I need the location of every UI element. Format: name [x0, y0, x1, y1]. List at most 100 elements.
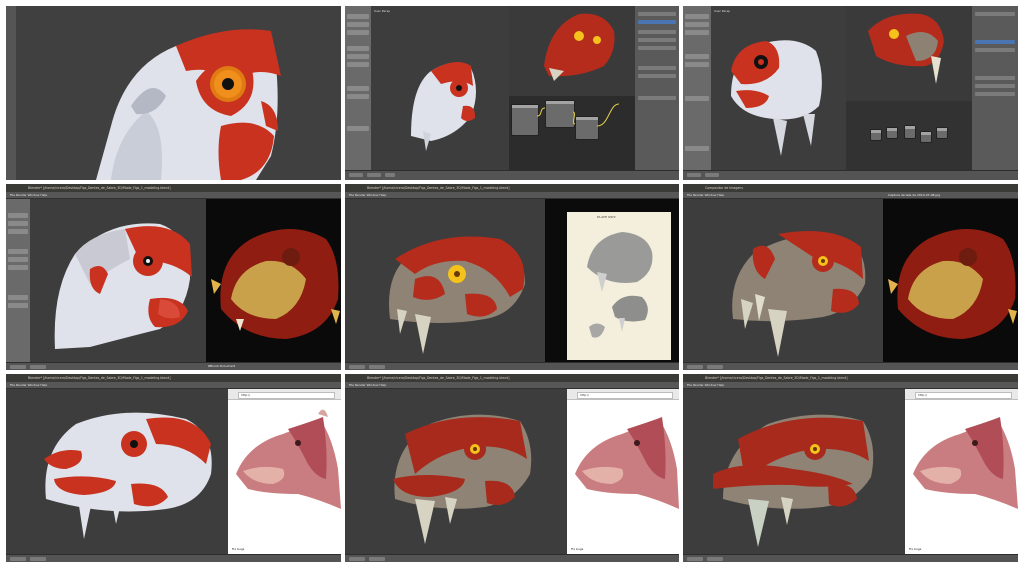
tool-button[interactable] — [685, 30, 709, 35]
window-controls[interactable] — [9, 377, 23, 392]
menu-items[interactable]: File Render Window Help — [349, 192, 386, 198]
3d-viewport[interactable] — [345, 389, 567, 555]
left-toolbar[interactable] — [6, 6, 16, 180]
footer-button[interactable] — [369, 556, 385, 561]
tool-button[interactable] — [347, 14, 369, 19]
window-controls[interactable] — [686, 187, 700, 202]
window-controls[interactable] — [348, 377, 362, 392]
footer-button[interactable] — [687, 172, 701, 177]
3d-viewport[interactable]: User Persp — [711, 6, 846, 171]
footer-button[interactable] — [369, 364, 385, 369]
property-row[interactable] — [638, 12, 676, 16]
properties-panel[interactable] — [635, 6, 679, 171]
footer-button[interactable] — [705, 172, 719, 177]
skull-closeup-model[interactable] — [16, 6, 341, 180]
footer-button[interactable] — [10, 556, 26, 561]
tool-button[interactable] — [685, 14, 709, 19]
browser-url-field[interactable]: http:// — [238, 391, 335, 399]
tool-button[interactable] — [8, 303, 28, 308]
shader-node[interactable] — [904, 125, 916, 139]
skull-model-medium[interactable] — [711, 6, 846, 171]
skull-model-small[interactable] — [371, 6, 509, 171]
menu-items[interactable]: File Render Window Help — [687, 192, 724, 198]
tool-button[interactable] — [347, 46, 369, 51]
menu-items[interactable]: File Render Window Help — [10, 192, 47, 198]
tool-button[interactable] — [8, 213, 28, 218]
property-row[interactable] — [975, 92, 1015, 96]
tool-button[interactable] — [347, 22, 369, 27]
menu-items[interactable]: File Render Window Help — [10, 382, 47, 388]
tool-button[interactable] — [8, 257, 28, 262]
shader-node[interactable] — [920, 131, 932, 143]
tool-button[interactable] — [347, 30, 369, 35]
material-slot[interactable] — [638, 20, 676, 24]
property-row[interactable] — [975, 12, 1015, 16]
footer-button[interactable] — [687, 556, 703, 561]
skull-model[interactable] — [6, 389, 228, 555]
footer-button[interactable] — [30, 556, 46, 561]
browser-url-field[interactable]: http:// — [577, 391, 673, 399]
3d-viewport[interactable] — [30, 199, 206, 363]
material-slot[interactable] — [975, 40, 1015, 44]
tool-button[interactable] — [8, 295, 28, 300]
browser-url-field[interactable]: http:// — [915, 391, 1012, 399]
render-viewport[interactable] — [846, 6, 972, 101]
property-row[interactable] — [975, 48, 1015, 52]
tool-shelf[interactable] — [683, 6, 711, 171]
tool-button[interactable] — [685, 62, 709, 67]
3d-viewport[interactable] — [6, 389, 228, 555]
tool-button[interactable] — [685, 96, 709, 101]
node-editor[interactable] — [846, 101, 972, 171]
menu-items[interactable]: File Render Window Help — [349, 382, 386, 388]
shader-node[interactable] — [870, 129, 882, 141]
tool-button[interactable] — [685, 54, 709, 59]
tool-button[interactable] — [685, 146, 709, 151]
properties-panel[interactable] — [972, 6, 1018, 171]
property-row[interactable] — [975, 84, 1015, 88]
tool-shelf[interactable] — [6, 199, 30, 363]
tool-button[interactable] — [347, 62, 369, 67]
footer-button[interactable] — [385, 172, 395, 177]
footer-button[interactable] — [687, 364, 703, 369]
render-viewport[interactable] — [509, 6, 635, 96]
tool-button[interactable] — [347, 94, 369, 99]
3d-viewport[interactable] — [683, 199, 883, 363]
window-controls[interactable] — [9, 187, 23, 202]
tool-button[interactable] — [8, 221, 28, 226]
skull-textured-model[interactable] — [345, 389, 567, 555]
tool-button[interactable] — [8, 229, 28, 234]
property-row[interactable] — [638, 38, 676, 42]
node-editor[interactable] — [509, 96, 635, 171]
tool-button[interactable] — [685, 22, 709, 27]
property-row[interactable] — [638, 96, 676, 100]
footer-button[interactable] — [707, 364, 723, 369]
skull-textured-model[interactable] — [683, 389, 905, 555]
tool-button[interactable] — [8, 249, 28, 254]
footer-button[interactable] — [367, 172, 381, 177]
skull-textured-model[interactable] — [345, 199, 545, 363]
tool-shelf[interactable] — [345, 6, 371, 171]
footer-button[interactable] — [30, 364, 46, 369]
footer-button[interactable] — [349, 364, 365, 369]
tool-button[interactable] — [8, 265, 28, 270]
3d-viewport[interactable] — [683, 389, 905, 555]
3d-viewport[interactable]: User Persp — [371, 6, 509, 171]
window-controls[interactable] — [686, 377, 700, 392]
footer-button[interactable] — [707, 556, 723, 561]
footer-button[interactable] — [349, 172, 363, 177]
skull-textured-model[interactable] — [683, 199, 883, 363]
tool-button[interactable] — [347, 126, 369, 131]
tool-button[interactable] — [347, 54, 369, 59]
property-row[interactable] — [975, 76, 1015, 80]
property-row[interactable] — [638, 46, 676, 50]
property-row[interactable] — [638, 74, 676, 78]
property-row[interactable] — [638, 66, 676, 70]
window-controls[interactable] — [348, 187, 362, 202]
shader-node[interactable] — [886, 127, 898, 139]
property-row[interactable] — [638, 30, 676, 34]
footer-button[interactable] — [10, 364, 26, 369]
menu-items[interactable]: File Render Window Help — [687, 382, 724, 388]
skull-model[interactable] — [30, 199, 206, 363]
3d-viewport[interactable] — [345, 199, 545, 363]
footer-button[interactable] — [349, 556, 365, 561]
